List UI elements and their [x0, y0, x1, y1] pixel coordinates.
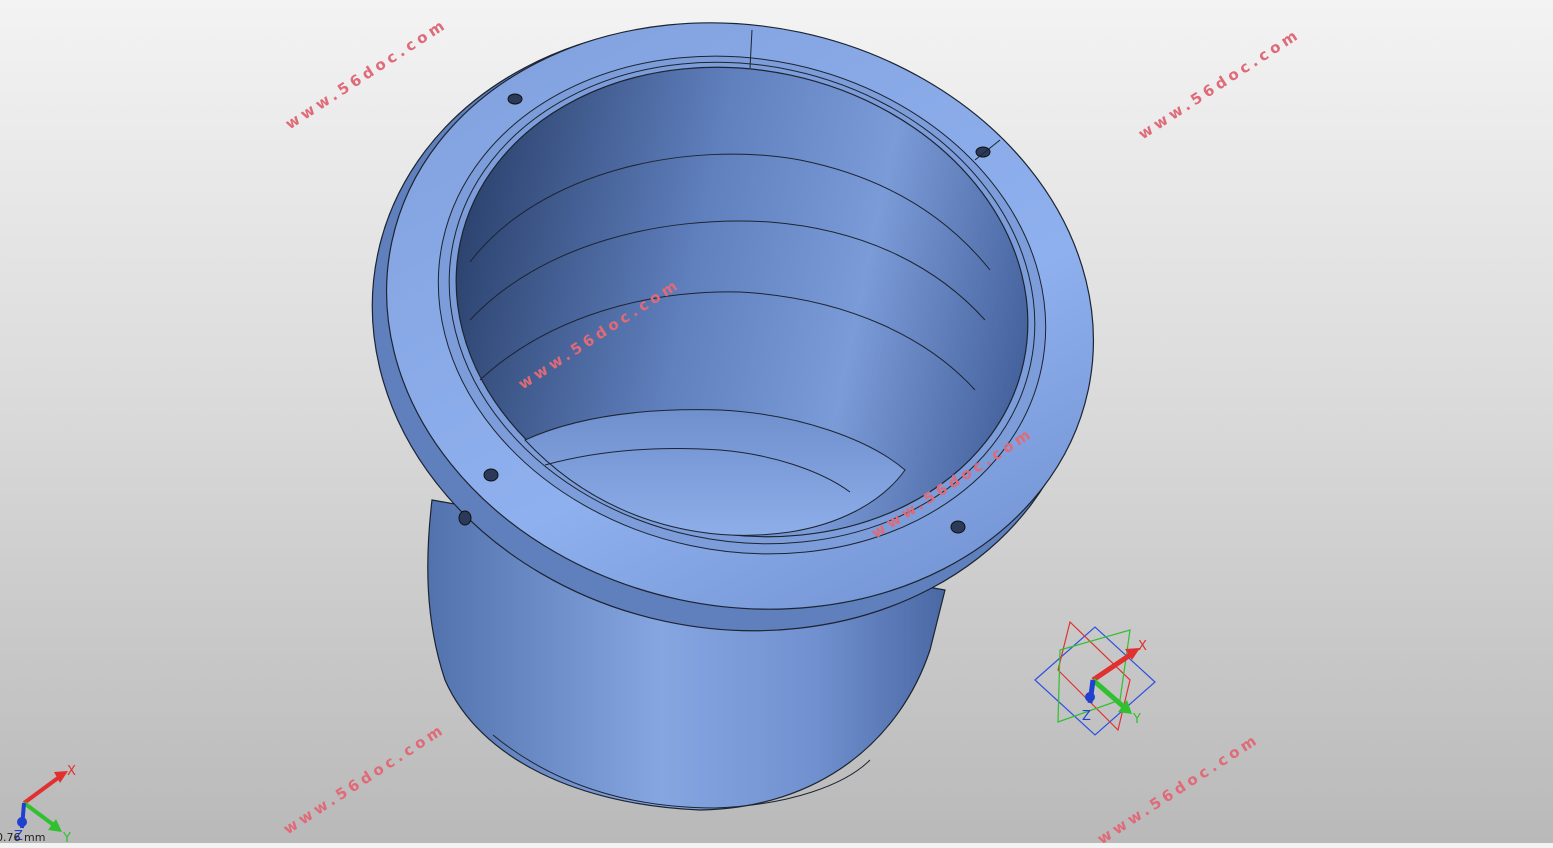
mounting-hole	[975, 146, 991, 158]
mini-x-label: X	[67, 764, 76, 779]
triad-x-label: X	[1138, 639, 1147, 654]
x-axis-arrow	[1091, 650, 1135, 683]
view-triad[interactable]: X Y Z	[1034, 620, 1156, 736]
triad-y-label: Y	[1132, 712, 1141, 727]
triad-z-label: Z	[1082, 709, 1091, 724]
mounting-hole	[483, 468, 499, 482]
mini-y-label: Y	[62, 831, 71, 843]
scale-readout: 0.76 mm	[0, 831, 46, 844]
mounting-hole	[507, 93, 523, 105]
mini-triad-origin	[17, 817, 27, 827]
mounting-hole	[950, 520, 966, 534]
side-hole	[458, 510, 472, 526]
mini-x-axis-arrow	[22, 773, 64, 805]
yz-plane	[1057, 629, 1131, 723]
triad-origin	[1085, 692, 1095, 702]
cad-viewport[interactable]: X Y Z X Y Z www.56doc.com www.56doc.com …	[0, 0, 1553, 848]
mini-y-axis-arrow	[22, 801, 57, 828]
part-model[interactable]: X Y Z X Y Z	[0, 0, 1553, 846]
